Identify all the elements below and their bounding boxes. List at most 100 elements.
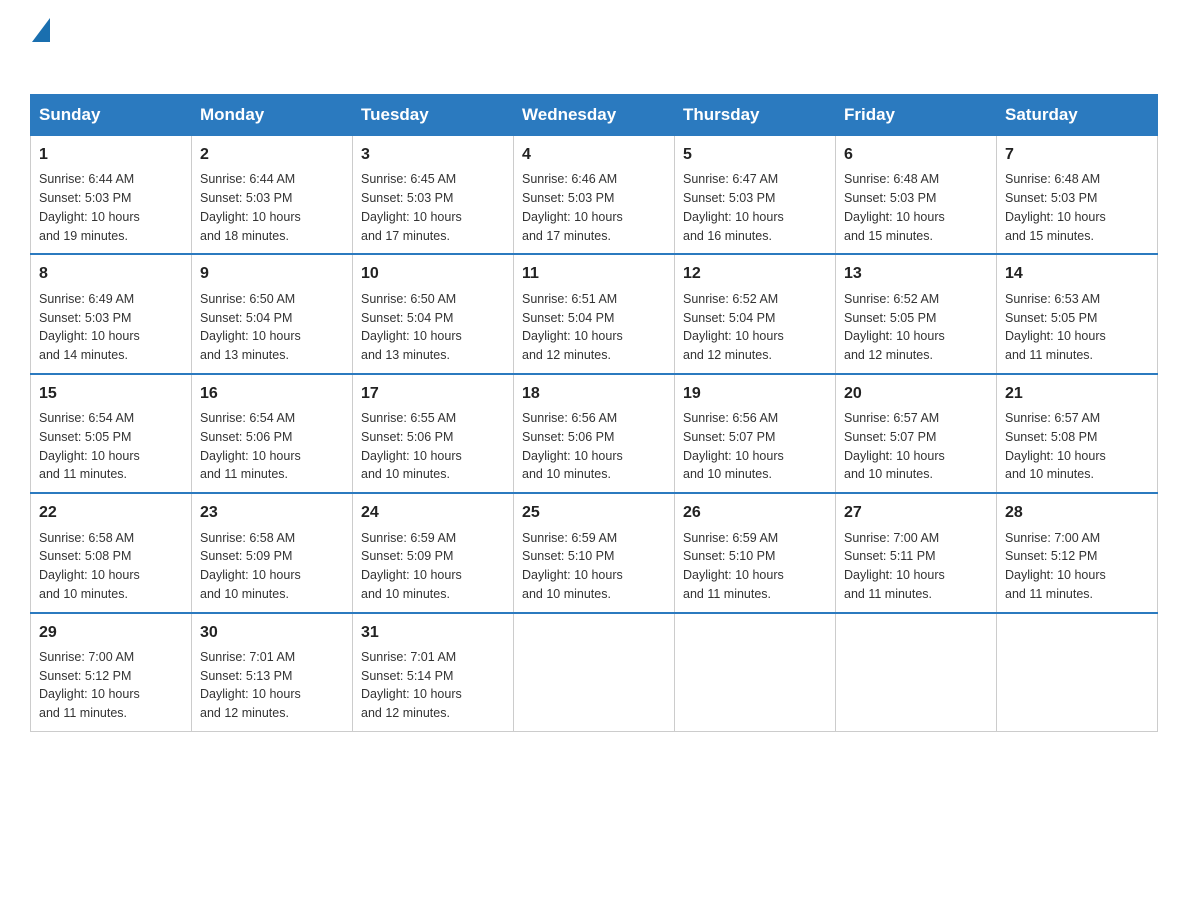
day-number: 1 [39,144,183,166]
calendar-cell [997,613,1158,732]
day-number: 22 [39,502,183,524]
day-info: Sunrise: 6:44 AMSunset: 5:03 PMDaylight:… [39,172,140,242]
day-number: 30 [200,622,344,644]
calendar-cell: 15 Sunrise: 6:54 AMSunset: 5:05 PMDaylig… [31,374,192,493]
calendar-table: SundayMondayTuesdayWednesdayThursdayFrid… [30,94,1158,732]
col-header-saturday: Saturday [997,95,1158,136]
day-number: 13 [844,263,988,285]
day-number: 2 [200,144,344,166]
col-header-thursday: Thursday [675,95,836,136]
day-info: Sunrise: 6:48 AMSunset: 5:03 PMDaylight:… [844,172,945,242]
day-info: Sunrise: 6:51 AMSunset: 5:04 PMDaylight:… [522,292,623,362]
calendar-week-row: 8 Sunrise: 6:49 AMSunset: 5:03 PMDayligh… [31,254,1158,373]
day-info: Sunrise: 7:00 AMSunset: 5:12 PMDaylight:… [39,650,140,720]
calendar-cell: 13 Sunrise: 6:52 AMSunset: 5:05 PMDaylig… [836,254,997,373]
col-header-tuesday: Tuesday [353,95,514,136]
day-info: Sunrise: 6:54 AMSunset: 5:05 PMDaylight:… [39,411,140,481]
day-info: Sunrise: 6:45 AMSunset: 5:03 PMDaylight:… [361,172,462,242]
calendar-cell [836,613,997,732]
day-number: 17 [361,383,505,405]
calendar-cell: 28 Sunrise: 7:00 AMSunset: 5:12 PMDaylig… [997,493,1158,612]
calendar-week-row: 1 Sunrise: 6:44 AMSunset: 5:03 PMDayligh… [31,136,1158,255]
day-info: Sunrise: 6:59 AMSunset: 5:10 PMDaylight:… [683,531,784,601]
day-number: 8 [39,263,183,285]
col-header-friday: Friday [836,95,997,136]
calendar-cell: 21 Sunrise: 6:57 AMSunset: 5:08 PMDaylig… [997,374,1158,493]
day-info: Sunrise: 6:50 AMSunset: 5:04 PMDaylight:… [200,292,301,362]
page-header [30,20,1158,74]
day-number: 26 [683,502,827,524]
day-info: Sunrise: 6:46 AMSunset: 5:03 PMDaylight:… [522,172,623,242]
day-info: Sunrise: 6:54 AMSunset: 5:06 PMDaylight:… [200,411,301,481]
day-info: Sunrise: 7:01 AMSunset: 5:13 PMDaylight:… [200,650,301,720]
calendar-cell: 1 Sunrise: 6:44 AMSunset: 5:03 PMDayligh… [31,136,192,255]
calendar-cell: 2 Sunrise: 6:44 AMSunset: 5:03 PMDayligh… [192,136,353,255]
calendar-cell: 7 Sunrise: 6:48 AMSunset: 5:03 PMDayligh… [997,136,1158,255]
day-info: Sunrise: 6:59 AMSunset: 5:10 PMDaylight:… [522,531,623,601]
day-info: Sunrise: 6:50 AMSunset: 5:04 PMDaylight:… [361,292,462,362]
day-number: 4 [522,144,666,166]
calendar-cell: 31 Sunrise: 7:01 AMSunset: 5:14 PMDaylig… [353,613,514,732]
calendar-cell: 3 Sunrise: 6:45 AMSunset: 5:03 PMDayligh… [353,136,514,255]
day-number: 19 [683,383,827,405]
day-info: Sunrise: 6:58 AMSunset: 5:08 PMDaylight:… [39,531,140,601]
day-info: Sunrise: 7:00 AMSunset: 5:12 PMDaylight:… [1005,531,1106,601]
calendar-cell: 6 Sunrise: 6:48 AMSunset: 5:03 PMDayligh… [836,136,997,255]
col-header-sunday: Sunday [31,95,192,136]
day-info: Sunrise: 6:57 AMSunset: 5:07 PMDaylight:… [844,411,945,481]
calendar-week-row: 22 Sunrise: 6:58 AMSunset: 5:08 PMDaylig… [31,493,1158,612]
day-number: 21 [1005,383,1149,405]
day-number: 23 [200,502,344,524]
day-number: 3 [361,144,505,166]
day-info: Sunrise: 6:47 AMSunset: 5:03 PMDaylight:… [683,172,784,242]
day-info: Sunrise: 6:52 AMSunset: 5:04 PMDaylight:… [683,292,784,362]
day-number: 31 [361,622,505,644]
day-number: 12 [683,263,827,285]
day-number: 29 [39,622,183,644]
day-info: Sunrise: 6:55 AMSunset: 5:06 PMDaylight:… [361,411,462,481]
calendar-week-row: 15 Sunrise: 6:54 AMSunset: 5:05 PMDaylig… [31,374,1158,493]
calendar-cell [675,613,836,732]
calendar-cell: 10 Sunrise: 6:50 AMSunset: 5:04 PMDaylig… [353,254,514,373]
day-info: Sunrise: 7:01 AMSunset: 5:14 PMDaylight:… [361,650,462,720]
day-number: 15 [39,383,183,405]
calendar-cell: 8 Sunrise: 6:49 AMSunset: 5:03 PMDayligh… [31,254,192,373]
calendar-cell [514,613,675,732]
day-info: Sunrise: 6:59 AMSunset: 5:09 PMDaylight:… [361,531,462,601]
day-number: 27 [844,502,988,524]
day-number: 18 [522,383,666,405]
calendar-cell: 14 Sunrise: 6:53 AMSunset: 5:05 PMDaylig… [997,254,1158,373]
day-number: 5 [683,144,827,166]
day-number: 24 [361,502,505,524]
day-number: 28 [1005,502,1149,524]
calendar-cell: 22 Sunrise: 6:58 AMSunset: 5:08 PMDaylig… [31,493,192,612]
calendar-cell: 11 Sunrise: 6:51 AMSunset: 5:04 PMDaylig… [514,254,675,373]
calendar-cell: 12 Sunrise: 6:52 AMSunset: 5:04 PMDaylig… [675,254,836,373]
day-number: 6 [844,144,988,166]
day-info: Sunrise: 7:00 AMSunset: 5:11 PMDaylight:… [844,531,945,601]
calendar-cell: 25 Sunrise: 6:59 AMSunset: 5:10 PMDaylig… [514,493,675,612]
calendar-cell: 18 Sunrise: 6:56 AMSunset: 5:06 PMDaylig… [514,374,675,493]
calendar-header-row: SundayMondayTuesdayWednesdayThursdayFrid… [31,95,1158,136]
calendar-cell: 26 Sunrise: 6:59 AMSunset: 5:10 PMDaylig… [675,493,836,612]
day-info: Sunrise: 6:53 AMSunset: 5:05 PMDaylight:… [1005,292,1106,362]
calendar-cell: 5 Sunrise: 6:47 AMSunset: 5:03 PMDayligh… [675,136,836,255]
calendar-cell: 24 Sunrise: 6:59 AMSunset: 5:09 PMDaylig… [353,493,514,612]
calendar-cell: 30 Sunrise: 7:01 AMSunset: 5:13 PMDaylig… [192,613,353,732]
calendar-cell: 20 Sunrise: 6:57 AMSunset: 5:07 PMDaylig… [836,374,997,493]
calendar-cell: 16 Sunrise: 6:54 AMSunset: 5:06 PMDaylig… [192,374,353,493]
calendar-cell: 23 Sunrise: 6:58 AMSunset: 5:09 PMDaylig… [192,493,353,612]
day-number: 25 [522,502,666,524]
day-number: 16 [200,383,344,405]
day-number: 20 [844,383,988,405]
calendar-cell: 29 Sunrise: 7:00 AMSunset: 5:12 PMDaylig… [31,613,192,732]
day-info: Sunrise: 6:58 AMSunset: 5:09 PMDaylight:… [200,531,301,601]
day-info: Sunrise: 6:52 AMSunset: 5:05 PMDaylight:… [844,292,945,362]
logo [30,20,50,74]
logo-triangle-icon [32,18,50,42]
calendar-cell: 19 Sunrise: 6:56 AMSunset: 5:07 PMDaylig… [675,374,836,493]
day-info: Sunrise: 6:49 AMSunset: 5:03 PMDaylight:… [39,292,140,362]
day-info: Sunrise: 6:48 AMSunset: 5:03 PMDaylight:… [1005,172,1106,242]
day-number: 7 [1005,144,1149,166]
day-number: 9 [200,263,344,285]
